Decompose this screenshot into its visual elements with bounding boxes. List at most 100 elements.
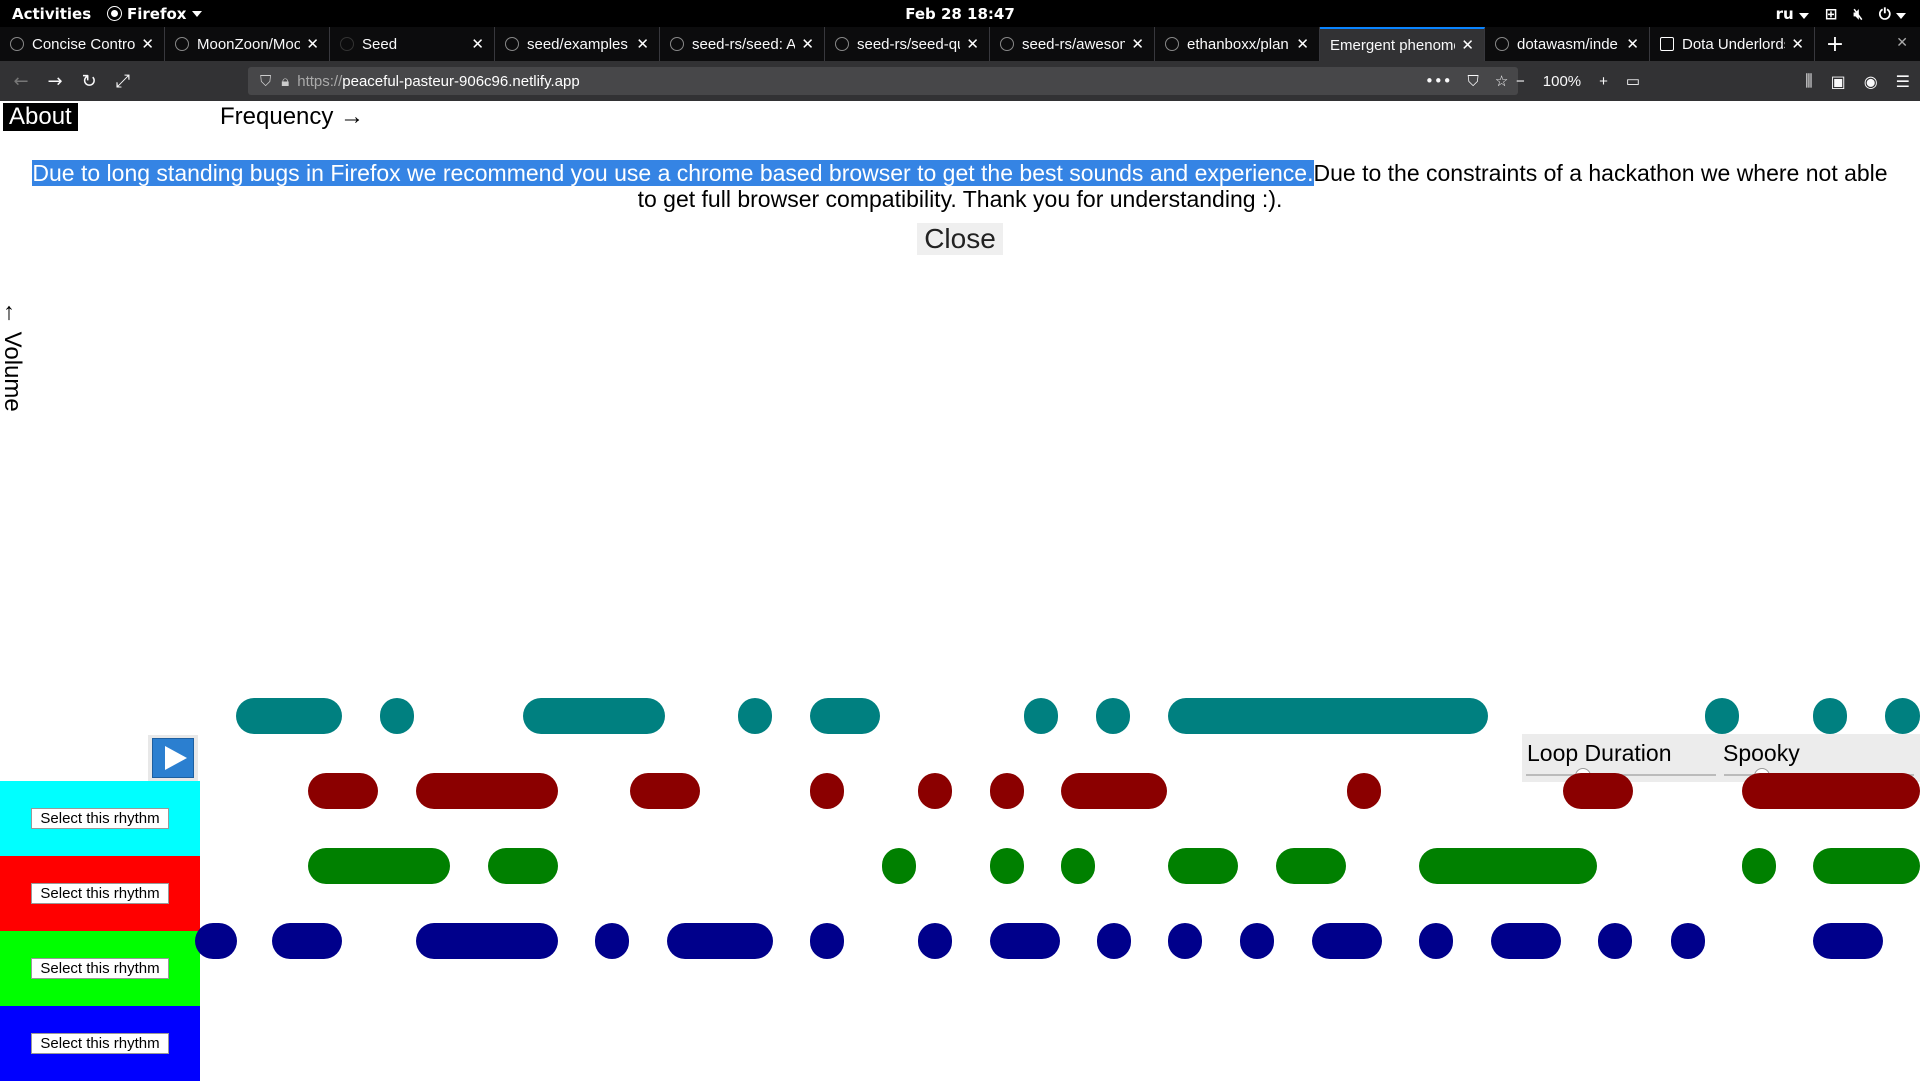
keyboard-layout[interactable]: ru [1776,5,1809,23]
system-top-bar: Activities Firefox Feb 28 18:47 ru ⊞ 🔇︎ … [0,0,1920,27]
rhythm-note [630,773,700,809]
spooky-track[interactable] [1724,774,1914,776]
tab-title: Concise Control [32,35,136,53]
network-icon[interactable]: ⊞ [1825,5,1838,23]
clock: Feb 28 18:47 [905,4,1015,23]
rhythm-row-green: Select this rhythm [0,931,200,1006]
rhythm-row-cyan: Select this rhythm [0,781,200,856]
volume-muted-icon[interactable]: 🔇︎ [1853,5,1862,23]
activities-button[interactable]: Activities [12,5,91,23]
tab-favicon-icon [10,37,24,51]
tab[interactable]: seed-rs/seed-qu ✕ [825,27,990,61]
page-actions-icon[interactable]: ••• [1425,72,1452,90]
close-notice-button[interactable]: Close [917,223,1003,255]
rhythm-note [1742,848,1776,884]
url-bar-actions: ••• ⛉ ☆ [1425,67,1508,95]
app-menu[interactable]: Firefox [107,5,203,23]
loop-duration-slider[interactable] [1575,768,1591,784]
zoom-out-icon[interactable]: − [1516,73,1525,90]
tab[interactable]: MoonZoon/Moo ✕ [165,27,330,61]
pocket-icon[interactable]: ⛉ [1468,72,1479,90]
close-icon[interactable]: ✕ [801,35,814,53]
list-all-tabs-icon[interactable]: ✕ [1896,35,1908,51]
power-icon[interactable]: ⏻ [1879,5,1906,23]
tab-active[interactable]: Emergent phenome ✕ [1320,27,1485,61]
spooky-label: Spooky [1723,740,1800,766]
back-icon[interactable]: ← [4,66,38,96]
sidebar-icon[interactable]: ▣ [1831,72,1846,91]
close-icon[interactable]: ✕ [1461,36,1474,54]
play-button[interactable] [148,735,198,781]
tab-title: seed-rs/seed-qu [857,35,961,53]
close-icon[interactable]: ✕ [1626,35,1639,53]
github-icon [1000,37,1014,51]
rhythm-note [990,848,1024,884]
chevron-down-icon [192,10,203,17]
rhythm-note [1024,698,1058,734]
close-icon[interactable]: ✕ [1296,35,1309,53]
tab[interactable]: Seed ✕ [330,27,495,61]
rhythm-note [523,698,665,734]
close-icon[interactable]: ✕ [1791,35,1804,53]
zoom-in-icon[interactable]: + [1599,73,1608,90]
tab[interactable]: Concise Control ✕ [0,27,165,61]
rhythm-note [380,698,414,734]
fullscreen-icon[interactable]: ⤢ [106,66,140,96]
new-tab-button[interactable]: + [1815,27,1855,61]
rhythm-note [595,923,629,959]
rhythm-note [236,698,342,734]
close-icon[interactable]: ✕ [636,35,649,53]
system-tray[interactable]: ru ⊞ 🔇︎ ⏻ [1776,5,1906,23]
loop-duration-track[interactable] [1526,774,1716,776]
rhythm-note [1312,923,1382,959]
rhythm-note [1097,923,1131,959]
downloads-folder-icon[interactable]: ▭ [1626,72,1640,90]
loop-duration-label: Loop Duration [1527,740,1672,766]
github-icon [1495,37,1509,51]
rhythm-note [918,923,952,959]
select-rhythm-button[interactable]: Select this rhythm [31,958,169,979]
tab[interactable]: seed/examples ✕ [495,27,660,61]
tab-title: seed-rs/awesom [1022,35,1126,53]
hamburger-menu-icon[interactable]: ☰ [1896,72,1910,91]
tab-title: Seed [362,35,398,53]
rhythm-note [810,923,844,959]
zoom-level[interactable]: 100% [1543,73,1581,90]
play-icon [164,746,187,770]
tab[interactable]: seed-rs/awesom ✕ [990,27,1155,61]
reload-icon[interactable]: ↻ [72,66,106,96]
about-link[interactable]: About [3,103,78,131]
rhythm-note [882,848,916,884]
rhythm-note [1671,923,1705,959]
github-icon [175,37,189,51]
lock-icon[interactable]: 🔒︎ [281,73,289,90]
forward-icon[interactable]: → [38,66,72,96]
rhythm-note [1168,698,1488,734]
close-icon[interactable]: ✕ [471,35,484,53]
select-rhythm-button[interactable]: Select this rhythm [31,883,169,904]
spooky-slider[interactable] [1754,768,1770,784]
tab[interactable]: dotawasm/inde ✕ [1485,27,1650,61]
select-rhythm-button[interactable]: Select this rhythm [31,1033,169,1054]
select-rhythm-button[interactable]: Select this rhythm [31,808,169,829]
close-icon[interactable]: ✕ [966,35,979,53]
library-icon[interactable]: ⫼ [1805,71,1812,91]
tab-title: seed-rs/seed: A [692,35,796,53]
browser-notice: Due to long standing bugs in Firefox we … [20,160,1900,212]
tab[interactable]: Dota Underlords ✕ [1650,27,1815,61]
bookmark-star-icon[interactable]: ☆ [1495,72,1508,90]
close-icon[interactable]: ✕ [1131,35,1144,53]
rhythm-note [1705,698,1739,734]
account-icon[interactable]: ◉ [1864,72,1878,91]
url-bar[interactable]: ⛉ 🔒︎ https://peaceful-pasteur-906c96.net… [248,67,1518,95]
rhythm-note [1885,698,1920,734]
url-protocol: https:// [297,72,343,90]
close-icon[interactable]: ✕ [141,35,154,53]
tracking-protection-icon[interactable]: ⛉ [260,73,271,90]
rhythm-note [1813,848,1920,884]
tab-title: ethanboxx/plan [1187,35,1289,53]
tab[interactable]: ethanboxx/plan ✕ [1155,27,1320,61]
tab[interactable]: seed-rs/seed: A ✕ [660,27,825,61]
close-icon[interactable]: ✕ [306,35,319,53]
page-content: About Frequency → Due to long standing b… [0,101,1920,1081]
